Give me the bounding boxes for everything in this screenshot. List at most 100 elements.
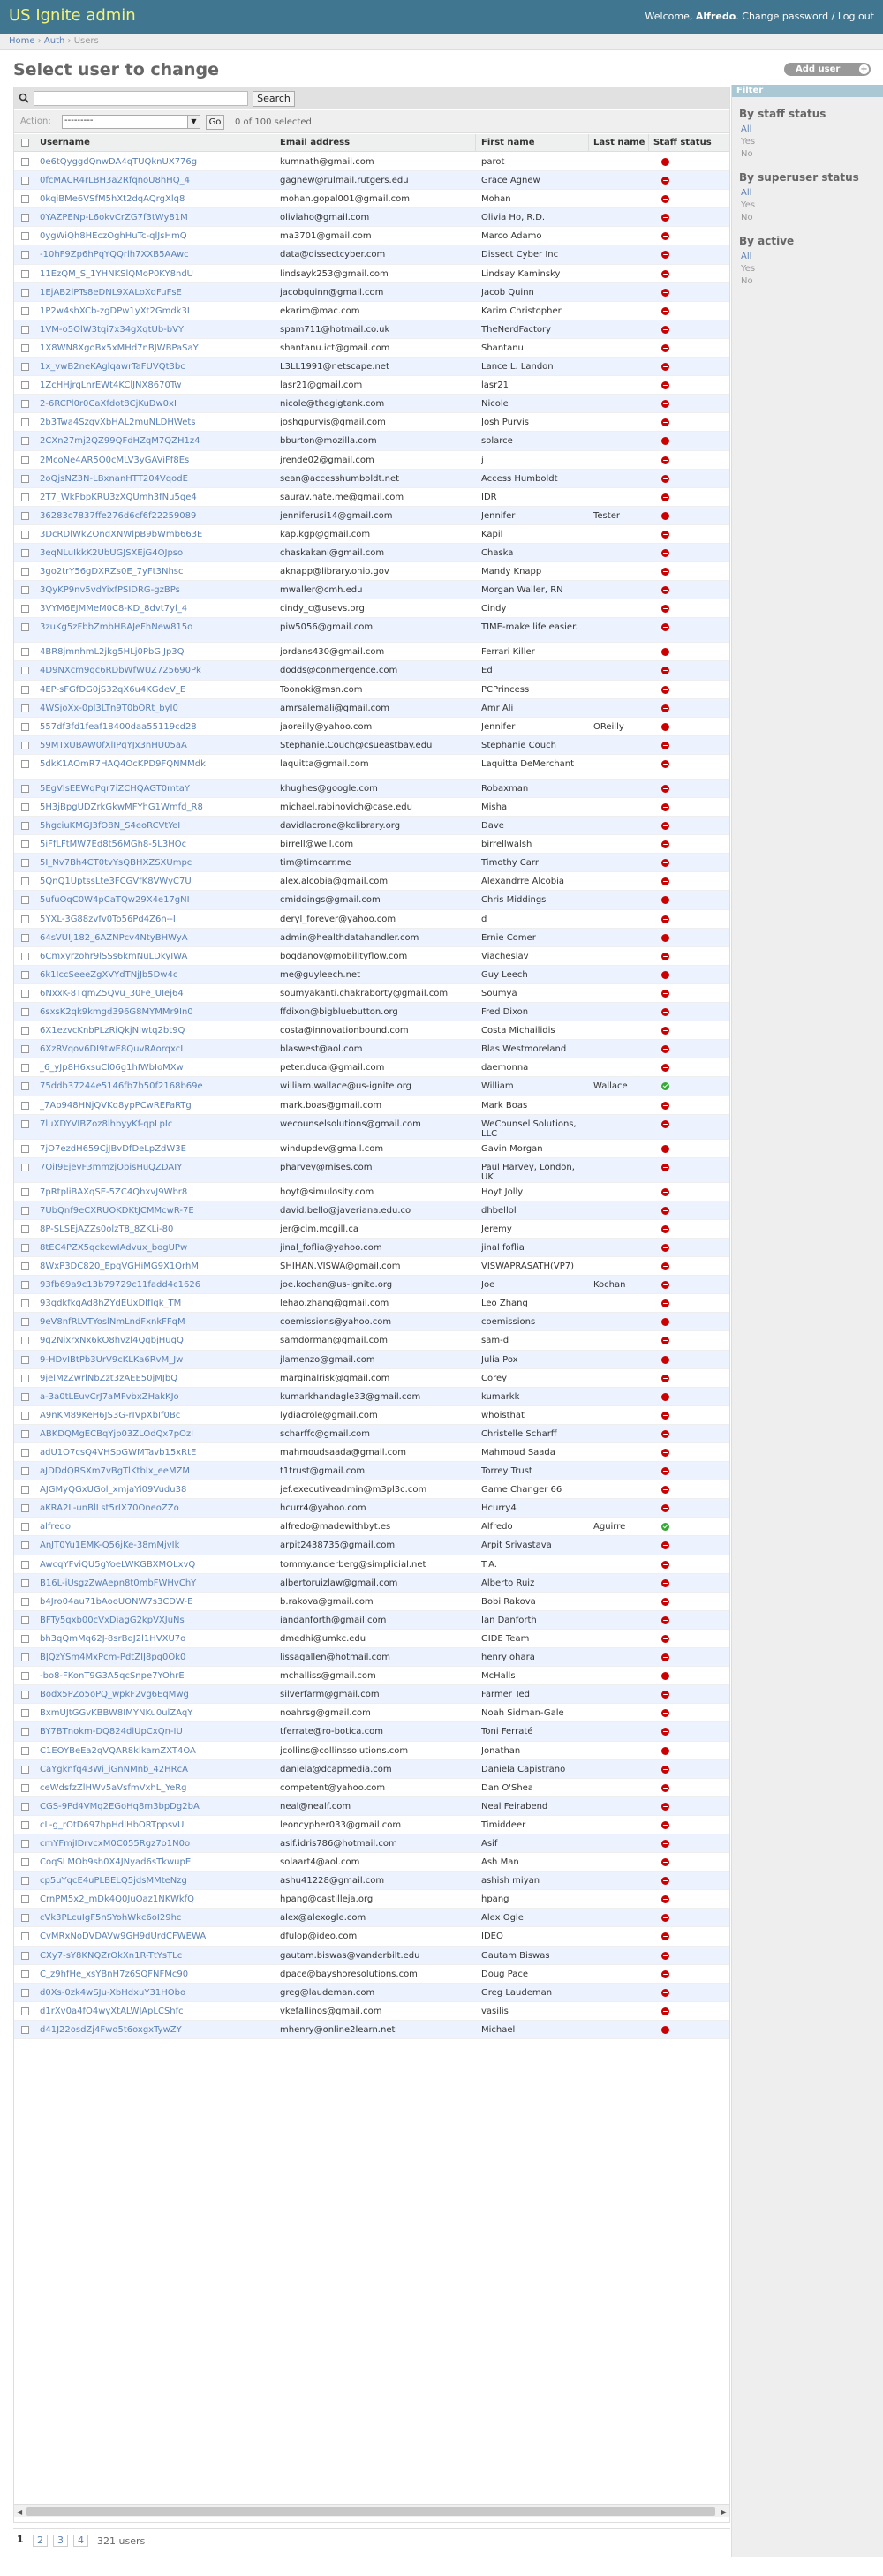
row-checkbox[interactable] <box>21 1709 29 1718</box>
row-checkbox[interactable] <box>21 648 29 657</box>
row-checkbox[interactable] <box>21 1858 29 1867</box>
username-link[interactable]: 5ufuOqC0W4pCaTQw29X4e17gNI <box>40 895 248 905</box>
row-checkbox[interactable] <box>21 952 29 960</box>
scrollbar-thumb[interactable] <box>26 2507 715 2516</box>
username-link[interactable]: 8P-SLSEjAZZs0olzT8_8ZKLi-80 <box>40 1224 248 1234</box>
filter-staff-all[interactable]: All <box>741 124 751 134</box>
row-checkbox[interactable] <box>21 511 29 520</box>
username-link[interactable]: _7Ap948HNjQVKq8ypPCwREFaRTg <box>40 1101 248 1111</box>
site-brand[interactable]: US Ignite admin <box>9 6 136 25</box>
username-link[interactable]: 64sVUIJ182_6AZNPcv4NtyBHWyA <box>40 933 248 943</box>
username-link[interactable]: CXy7-sY8KNQZrOkXn1R-TtYsTLc <box>40 1951 248 1961</box>
username-link[interactable]: 2McoNe4AR5O0cMLV3yGAViFf8Es <box>40 456 248 465</box>
row-checkbox[interactable] <box>21 1163 29 1171</box>
go-button[interactable]: Go <box>206 115 224 130</box>
username-link[interactable]: 6Cmxyrzohr9lSSs6kmNuLDkyIWA <box>40 952 248 961</box>
row-checkbox[interactable] <box>21 1082 29 1091</box>
row-checkbox[interactable] <box>21 456 29 464</box>
username-link[interactable]: CGS-9Pd4VMq2EGoHq8m3bpDg2bA <box>40 1802 248 1811</box>
username-link[interactable]: 1ZcHHjrqLnrEWt4KClJNX8670Tw <box>40 380 248 390</box>
row-checkbox[interactable] <box>21 1877 29 1886</box>
row-checkbox[interactable] <box>21 822 29 831</box>
username-link[interactable]: 1x_vwB2neKAglqawrTaFUVQt3bc <box>40 362 248 372</box>
username-link[interactable]: a-3a0tLEuvCrJ7aMFvbxZHakKJo <box>40 1392 248 1402</box>
username-link[interactable]: 0kqiBMe6VSfM5hXt2dqAQrgXlq8 <box>40 194 248 204</box>
username-link[interactable]: adU1O7csQ4VHSpGWMTavb15xRtE <box>40 1448 248 1457</box>
row-checkbox[interactable] <box>21 474 29 483</box>
username-link[interactable]: 36283c7837ffe276d6cf6f22259089 <box>40 511 248 521</box>
row-checkbox[interactable] <box>21 306 29 315</box>
username-link[interactable]: 5H3jBpgUDZrkGkwMFYhG1Wmfd_R8 <box>40 802 248 812</box>
username-link[interactable]: 6NxxK-8TqmZ5Qvu_30Fe_UIej64 <box>40 989 248 998</box>
username-link[interactable]: 7OiI9EjevF3mmzjOpisHuQZDAIY <box>40 1163 248 1172</box>
row-checkbox[interactable] <box>21 759 29 768</box>
username-link[interactable]: 9eV8nfRLVTYoslNmLndFxnkFFqM <box>40 1317 248 1327</box>
username-link[interactable]: 1X8WN8XgoBx5xMHd7nBJWBPaSaY <box>40 343 248 353</box>
row-checkbox[interactable] <box>21 1691 29 1699</box>
username-link[interactable]: 4WSjoXx-0pl3LTn9T0bORt_byI0 <box>40 704 248 713</box>
username-link[interactable]: 5YXL-3G88zvfv0To56Pd4Z6n--I <box>40 915 248 924</box>
row-checkbox[interactable] <box>21 1392 29 1401</box>
row-checkbox[interactable] <box>21 1119 29 1128</box>
filter-staff-yes[interactable]: Yes <box>741 137 755 147</box>
username-link[interactable]: d0Xs-0zk4wSJu-XbHdxuY31HObo <box>40 1988 248 1998</box>
row-checkbox[interactable] <box>21 1243 29 1252</box>
row-checkbox[interactable] <box>21 722 29 731</box>
username-link[interactable]: 4D9NXcm9gc6RDbWfWUZ725690Pk <box>40 666 248 675</box>
row-checkbox[interactable] <box>21 1187 29 1196</box>
row-checkbox[interactable] <box>21 1616 29 1624</box>
row-checkbox[interactable] <box>21 2025 29 2034</box>
row-checkbox[interactable] <box>21 269 29 278</box>
page-2-link[interactable]: 2 <box>33 2535 48 2547</box>
row-checkbox[interactable] <box>21 1597 29 1606</box>
row-checkbox[interactable] <box>21 989 29 998</box>
row-checkbox[interactable] <box>21 1728 29 1736</box>
username-link[interactable]: aKRA2L-unBlLst5rIX70OneoZZo <box>40 1503 248 1513</box>
row-checkbox[interactable] <box>21 325 29 334</box>
username-link[interactable]: Bodx5PZo5oPQ_wpkF2vg6EqMwg <box>40 1690 248 1699</box>
username-link[interactable]: C_z9hfHe_xsYBnH7z6SQFNFMc90 <box>40 1970 248 1979</box>
username-link[interactable]: 7luXDYVIBZoz8lhbyyKf-qpLpIc <box>40 1119 248 1129</box>
username-link[interactable]: 3zuKg5zFbbZmbHBAJeFhNew815o <box>40 622 248 632</box>
username-link[interactable]: AJGMyQGxUGol_xmjaYi09Vudu38 <box>40 1485 248 1495</box>
row-checkbox[interactable] <box>21 1820 29 1829</box>
username-link[interactable]: 3eqNLuIkkK2UbUGJSXEjG4OJpso <box>40 548 248 558</box>
action-select[interactable]: --------- ▼ <box>62 115 200 129</box>
username-link[interactable]: cmYFmjIDrvcxM0C055Rgz7o1N0o <box>40 1839 248 1849</box>
column-username[interactable]: Username <box>40 138 90 147</box>
username-link[interactable]: 5EgVlsEEWqPqr7iZCHQAGT0mtaY <box>40 784 248 794</box>
scroll-right-icon[interactable]: ▶ <box>721 2508 727 2516</box>
row-checkbox[interactable] <box>21 1932 29 1941</box>
username-link[interactable]: 8tEC4PZX5qckewIAdvux_bogUPw <box>40 1243 248 1253</box>
select-all-checkbox[interactable] <box>21 139 29 147</box>
username-link[interactable]: 4EP-sFGfDG0jS32qX6u4KGdeV_E <box>40 685 248 695</box>
username-link[interactable]: 4BR8jmnhmL2jkg5HLj0PbGIJp3Q <box>40 647 248 657</box>
row-checkbox[interactable] <box>21 177 29 185</box>
username-link[interactable]: d1rXv0a4fO4wyXtALWJApLCShfc <box>40 2007 248 2016</box>
row-checkbox[interactable] <box>21 1449 29 1457</box>
username-link[interactable]: A9nKM89KeH6JS3G-rIVpXbIf0Bc <box>40 1411 248 1420</box>
username-link[interactable]: 2-6RCPl0r0CaXfdot8CjKuDw0xI <box>40 399 248 409</box>
username-link[interactable]: aJDDdQRSXm7vBgTlKtbIx_eeMZM <box>40 1466 248 1476</box>
row-checkbox[interactable] <box>21 1746 29 1755</box>
row-checkbox[interactable] <box>21 1653 29 1662</box>
username-link[interactable]: 9g2NixrxNx6kO8hvzl4QgbjHugQ <box>40 1336 248 1345</box>
username-link[interactable]: 3QyKP9nv5vdYixfPSIDRG-gzBPs <box>40 585 248 595</box>
username-link[interactable]: 3go2trY56gDXRZs0E_7yFt3Nhsc <box>40 567 248 576</box>
username-link[interactable]: 5I_Nv7Bh4CT0tvYsQBHXZSXUmpc <box>40 858 248 868</box>
username-link[interactable]: AwcqYFviQU5gYoeLWKGBXMOLxvQ <box>40 1560 248 1570</box>
username-link[interactable]: CaYgknfq43Wi_iGnNMnb_42HRcA <box>40 1765 248 1774</box>
username-link[interactable]: AnJT0Yu1EMK-Q56jKe-38mMjvIk <box>40 1540 248 1550</box>
row-checkbox[interactable] <box>21 605 29 614</box>
row-checkbox[interactable] <box>21 1144 29 1153</box>
column-first-name[interactable]: First name <box>481 138 534 147</box>
search-button[interactable]: Search <box>253 91 295 107</box>
row-checkbox[interactable] <box>21 1523 29 1532</box>
row-checkbox[interactable] <box>21 1064 29 1073</box>
username-link[interactable]: 5iFfLFtMW7Ed8t56MGh8-5L3HOc <box>40 840 248 849</box>
logout-link[interactable]: Log out <box>838 11 874 22</box>
username-link[interactable]: ceWdsfzZlHWv5aVsfmVxhL_YeRg <box>40 1783 248 1793</box>
row-checkbox[interactable] <box>21 933 29 942</box>
row-checkbox[interactable] <box>21 1634 29 1643</box>
row-checkbox[interactable] <box>21 1970 29 1978</box>
